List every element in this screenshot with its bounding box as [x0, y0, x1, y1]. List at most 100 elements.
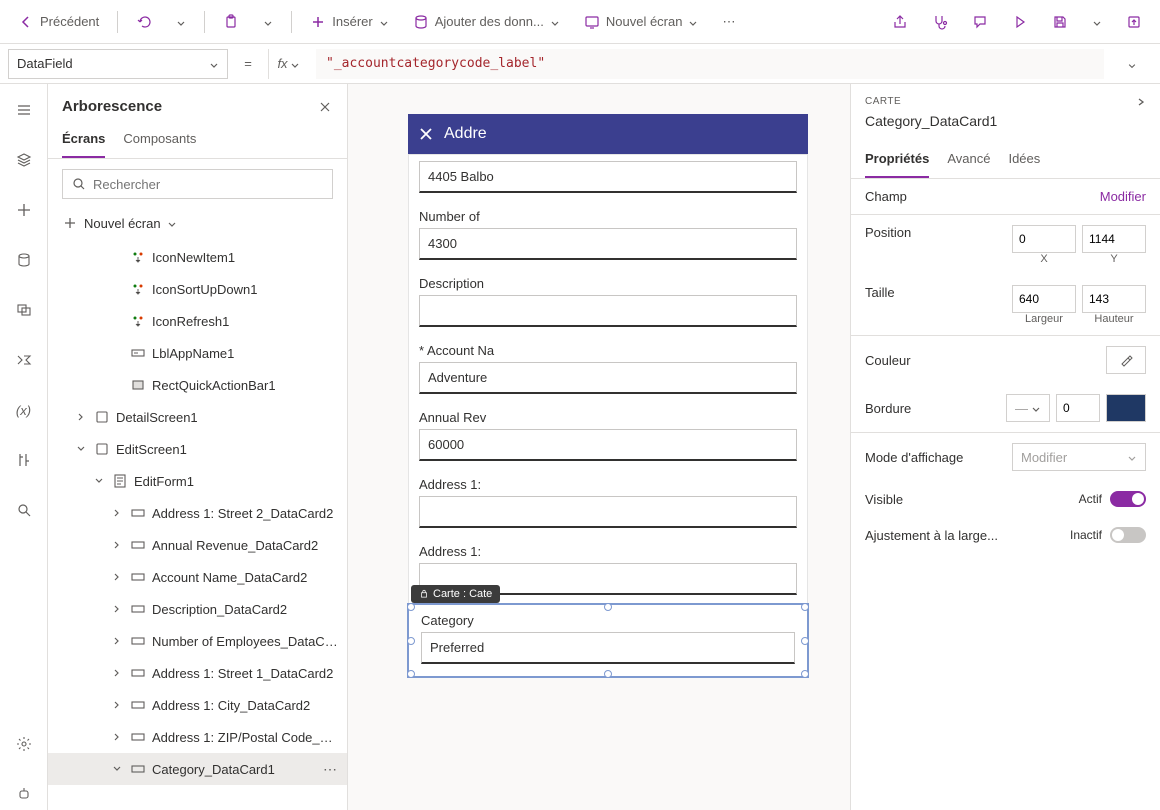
position-x-input[interactable]	[1012, 225, 1076, 253]
border-style-dropdown[interactable]: —	[1006, 394, 1050, 422]
tree-item[interactable]: LblAppName1	[48, 337, 347, 369]
tree-arrow[interactable]	[110, 604, 124, 614]
new-screen-button[interactable]: Nouvel écran	[574, 8, 709, 36]
tree-item[interactable]: Description_DataCard2	[48, 593, 347, 625]
tab-screens[interactable]: Écrans	[62, 123, 105, 158]
tab-components[interactable]: Composants	[123, 123, 196, 158]
field-input[interactable]: 4300	[419, 228, 797, 260]
search-button[interactable]	[8, 494, 40, 526]
form-field[interactable]: Description	[409, 270, 807, 337]
tree-item[interactable]: IconRefresh1	[48, 305, 347, 337]
share-button[interactable]	[882, 8, 918, 36]
add-button[interactable]	[8, 194, 40, 226]
height-input[interactable]	[1082, 285, 1146, 313]
form-field[interactable]: CategoryPreferred Carte : Cate	[409, 605, 807, 676]
tree-item-more[interactable]: ⋯	[323, 761, 339, 778]
undo-dropdown[interactable]	[166, 11, 196, 33]
tree-item[interactable]: Account Name_DataCard2	[48, 561, 347, 593]
tree-item[interactable]: Address 1: City_DataCard2	[48, 689, 347, 721]
add-data-button[interactable]: Ajouter des donn...	[403, 8, 570, 36]
tree-arrow[interactable]	[110, 764, 124, 774]
tree-view-button[interactable]	[8, 144, 40, 176]
overflow-button[interactable]: ⋯	[712, 8, 745, 36]
chevron-right-icon[interactable]	[1136, 97, 1146, 107]
form-field[interactable]: 4405 Balbo	[409, 155, 807, 203]
paste-button[interactable]	[213, 8, 249, 36]
form-field[interactable]: Annual Rev60000	[409, 404, 807, 471]
tree-item[interactable]: Annual Revenue_DataCard2	[48, 529, 347, 561]
field-input[interactable]	[419, 295, 797, 327]
autowidth-toggle[interactable]	[1110, 527, 1146, 543]
form-field[interactable]: * Account NaAdventure	[409, 337, 807, 404]
tree-item[interactable]: Address 1: ZIP/Postal Code_DataCard2	[48, 721, 347, 753]
publish-button[interactable]	[1116, 8, 1152, 36]
back-label: Précédent	[40, 14, 99, 29]
property-selector[interactable]: DataField	[8, 49, 228, 79]
width-input[interactable]	[1012, 285, 1076, 313]
panel-title: Category_DataCard1	[865, 113, 1146, 129]
tab-advanced[interactable]: Avancé	[947, 145, 990, 178]
form-field[interactable]: Number of4300	[409, 203, 807, 270]
tree-item[interactable]: EditScreen1	[48, 433, 347, 465]
tree-item[interactable]: IconSortUpDown1	[48, 273, 347, 305]
tree-arrow[interactable]	[110, 668, 124, 678]
visible-toggle[interactable]	[1110, 491, 1146, 507]
tree-arrow[interactable]	[110, 508, 124, 518]
field-input[interactable]: 60000	[419, 429, 797, 461]
copilot-button[interactable]	[8, 778, 40, 810]
field-input[interactable]: 4405 Balbo	[419, 161, 797, 193]
tab-properties[interactable]: Propriétés	[865, 145, 929, 178]
settings-button[interactable]	[8, 728, 40, 760]
field-input[interactable]: Adventure	[419, 362, 797, 394]
tree-arrow[interactable]	[110, 540, 124, 550]
formula-input[interactable]	[316, 49, 1104, 79]
border-color-swatch[interactable]	[1106, 394, 1146, 422]
field-input[interactable]: Preferred	[421, 632, 795, 664]
tree-arrow[interactable]	[110, 636, 124, 646]
media-button[interactable]	[8, 294, 40, 326]
field-input[interactable]	[419, 496, 797, 528]
hamburger-button[interactable]	[8, 94, 40, 126]
save-button[interactable]	[1042, 8, 1078, 36]
tree-arrow[interactable]	[92, 476, 106, 486]
tree-item[interactable]: DetailScreen1	[48, 401, 347, 433]
insert-button[interactable]: Insérer	[300, 8, 398, 36]
border-width-input[interactable]	[1056, 394, 1100, 422]
displaymode-dropdown[interactable]: Modifier	[1012, 443, 1146, 471]
variables-button[interactable]: (x)	[8, 394, 40, 426]
advanced-tools-button[interactable]	[8, 444, 40, 476]
tree-search[interactable]	[62, 169, 333, 199]
close-icon[interactable]	[317, 99, 333, 115]
tree-item[interactable]: Address 1: Street 1_DataCard2	[48, 657, 347, 689]
undo-button[interactable]	[126, 8, 162, 36]
tree-item[interactable]: EditForm1	[48, 465, 347, 497]
tree-item[interactable]: Address 1: Street 2_DataCard2	[48, 497, 347, 529]
prop-field-action[interactable]: Modifier	[1100, 189, 1146, 204]
paste-dropdown[interactable]	[253, 11, 283, 33]
form-field[interactable]: Address 1:	[409, 471, 807, 538]
tree-new-screen[interactable]: Nouvel écran	[48, 209, 347, 241]
flows-button[interactable]	[8, 344, 40, 376]
checker-button[interactable]	[922, 8, 958, 36]
comments-button[interactable]	[962, 8, 998, 36]
tree-search-input[interactable]	[93, 177, 324, 192]
tree-arrow[interactable]	[110, 700, 124, 710]
tree-arrow[interactable]	[74, 412, 88, 422]
tree-item[interactable]: Number of Employees_DataCard2	[48, 625, 347, 657]
formula-expand[interactable]	[1112, 59, 1152, 69]
play-button[interactable]	[1002, 8, 1038, 36]
tree-arrow[interactable]	[74, 444, 88, 454]
tree-item[interactable]: IconNewItem1	[48, 241, 347, 273]
position-y-input[interactable]	[1082, 225, 1146, 253]
color-picker[interactable]	[1106, 346, 1146, 374]
tree-item[interactable]: Category_DataCard1 ⋯	[48, 753, 347, 785]
tree-arrow[interactable]	[110, 572, 124, 582]
save-dropdown[interactable]	[1082, 11, 1112, 33]
data-button[interactable]	[8, 244, 40, 276]
back-button[interactable]: Précédent	[8, 8, 109, 36]
tree-arrow[interactable]	[110, 732, 124, 742]
close-icon[interactable]	[418, 126, 434, 142]
fx-button[interactable]: fx	[268, 49, 308, 79]
tree-item[interactable]: RectQuickActionBar1	[48, 369, 347, 401]
tab-ideas[interactable]: Idées	[1008, 145, 1040, 178]
